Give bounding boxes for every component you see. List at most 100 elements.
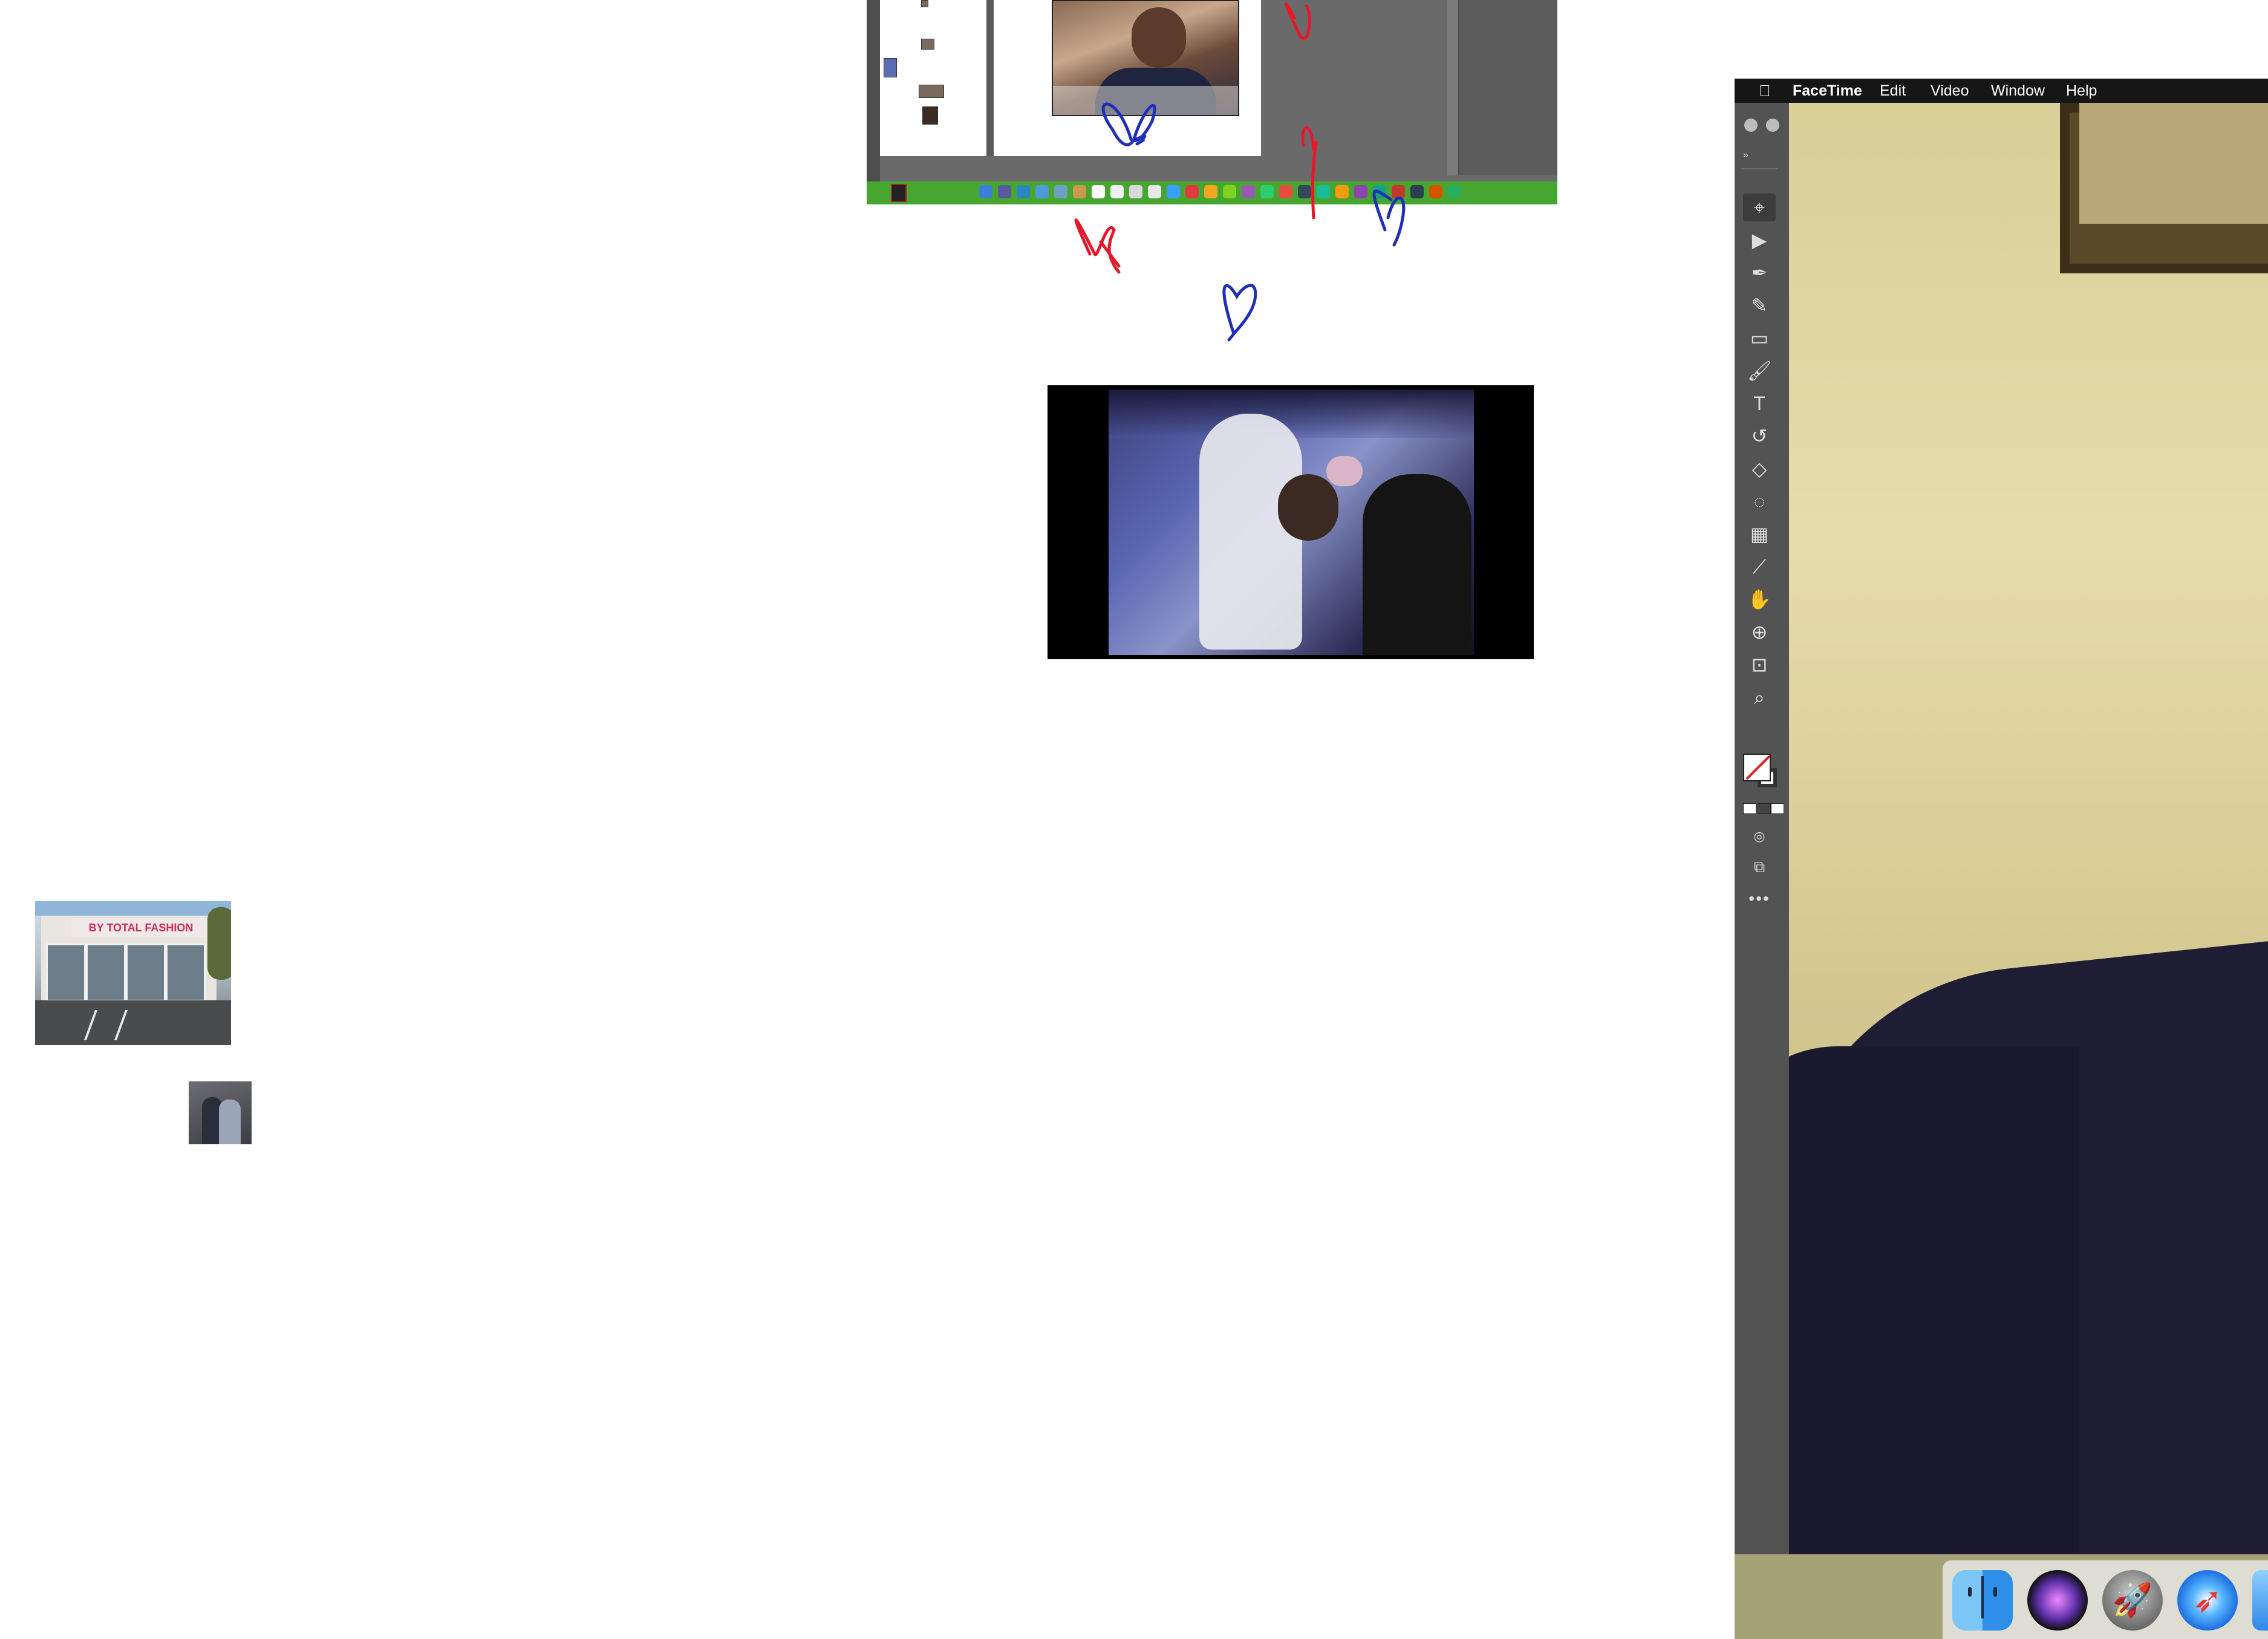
nested-dock-app-icon [1242,185,1255,198]
heart-icon [1222,284,1257,342]
tools-panel: » ⌖ ▶ ✒ ✎ ▭ 🖌 T ↺ ◇ ◌ ▦ ⟋ ✋ ⊕ ⊡ ⌕ ◎ ⧉ ••• [1735,103,1790,1554]
panel-divider [1741,168,1778,169]
nested-dock-app-icon [1392,185,1405,198]
nested-layers-panel [880,0,986,156]
nested-dock-app-icon [1354,185,1367,198]
parking-lot [35,1000,231,1045]
type-tool-icon[interactable]: T [1743,389,1776,417]
nested-dock-app-icon [1185,185,1199,198]
finder-icon[interactable] [1952,1570,2013,1631]
finder-eye [1968,1587,1972,1597]
nested-right-panel [1458,0,1557,175]
nested-thumbnail [884,58,897,77]
eraser-tool-icon[interactable]: ◇ [1743,455,1776,483]
eyedropper-tool-icon[interactable]: ⟋ [1743,553,1776,581]
menu-window[interactable]: Window [1991,79,2045,103]
nested-dock-app-icon [1129,185,1142,198]
nested-screenshot [867,0,1557,204]
menu-bar:  FaceTime Edit Video Window Help [1735,79,2268,103]
none-mode-swatch[interactable] [1771,803,1784,814]
nested-dock-app-icon [1035,185,1049,198]
bouquet [1326,456,1363,486]
minimize-button[interactable] [1766,119,1779,132]
nested-app-icon [891,184,907,202]
shape-builder-tool-icon[interactable]: ⊕ [1743,618,1776,646]
storefront-window [46,943,86,1002]
storefront-window [126,943,166,1002]
draw-mode-icon[interactable]: ◎ [1743,823,1776,850]
nested-dock-app-icon [1204,185,1217,198]
nested-dock-app-icon [1279,185,1292,198]
safari-icon[interactable]: ➶ [2177,1570,2238,1631]
storefront-window [166,943,206,1002]
puppet-warp-tool-icon[interactable]: ✋ [1743,585,1776,613]
couple-photo [189,1081,252,1144]
nested-dock-app-icon [1317,185,1330,198]
compass-needle-icon: ➶ [2192,1580,2223,1620]
facetime-camera-view [1789,103,2268,1554]
selection-tool-icon[interactable]: ⌖ [1743,194,1776,221]
nested-dock-app-icon [1073,185,1086,198]
nested-dock-app-icon [1260,185,1274,198]
menu-edit[interactable]: Edit [1880,79,1906,103]
nested-dock-app-icon [1017,185,1030,198]
nested-dock-app-icon [1223,185,1236,198]
wedding-scene [1109,389,1474,655]
rocket-icon: 🚀 [2112,1582,2153,1618]
storefront-sign: BY TOTAL FASHION [71,918,210,937]
man-figure [1363,474,1471,655]
lasso-tool-icon[interactable]: ◌ [1743,487,1776,515]
fill-stroke-swatches[interactable] [1743,754,1782,792]
collapse-icon[interactable]: » [1743,150,1748,161]
gradient-tool-icon[interactable]: ▦ [1743,520,1776,548]
nested-thumbnail [922,106,938,125]
rectangle-tool-icon[interactable]: ▭ [1743,324,1776,352]
storefront-window [86,943,126,1002]
rotate-tool-icon[interactable]: ↺ [1743,422,1776,450]
finder-eye [1993,1587,1997,1597]
heart-icon [1074,218,1121,274]
nested-dock-app-icon [1110,185,1124,198]
color-mode-swatch[interactable] [1743,803,1756,814]
apple-logo-icon[interactable]:  [1759,82,1773,99]
desktop-canvas: BY TOTAL FASHION  FaceTime Edit Video W… [0,0,2268,1639]
gradient-mode-swatch[interactable] [1758,803,1771,814]
paintbrush-tool-icon[interactable]: 🖌 [1743,357,1776,385]
close-button[interactable] [1744,119,1758,132]
nested-dock-app-icon [1410,185,1424,198]
more-tools-icon[interactable]: ••• [1743,889,1776,908]
nested-dock-app-icon [998,185,1011,198]
nested-dock-app-icon [1092,185,1105,198]
mail-icon[interactable] [2252,1570,2268,1631]
menu-help[interactable]: Help [2066,79,2097,103]
menu-video[interactable]: Video [1931,79,1969,103]
pen-tool-icon[interactable]: ✒ [1743,259,1776,287]
wedding-guests [1109,389,1474,438]
direct-selection-tool-icon[interactable]: ▶ [1743,226,1776,254]
nested-thumbnail [919,85,944,98]
nested-panel-gap [986,0,994,156]
storefront-photo: BY TOTAL FASHION [35,901,231,1045]
launchpad-icon[interactable]: 🚀 [2102,1570,2163,1631]
menu-app-name[interactable]: FaceTime [1793,79,1862,103]
nested-dock-app-icon [1373,185,1386,198]
storefront-tree [207,907,231,980]
nested-video-pillow [1053,86,1238,115]
screen-mode-icon[interactable]: ⧉ [1743,853,1776,881]
fill-swatch[interactable] [1743,754,1771,781]
finder-face-line [1981,1576,1984,1618]
nested-dock-app-icon [1448,185,1461,198]
nested-dock-app-icon [1429,185,1442,198]
wedding-photo [1048,385,1534,659]
nested-video-face [1132,7,1186,68]
nested-dock-app-icon [979,185,992,198]
curvature-tool-icon[interactable]: ✎ [1743,292,1776,319]
nested-sidebar [867,0,880,181]
siri-icon[interactable] [2027,1570,2088,1631]
person-figure [219,1100,241,1144]
nested-dock-app-icon [1298,185,1311,198]
zoom-tool-icon[interactable]: ⌕ [1743,683,1776,711]
artboard-tool-icon[interactable]: ⊡ [1743,651,1776,679]
nested-dock-app-icon [1148,185,1161,198]
storefront-sky [35,901,231,916]
